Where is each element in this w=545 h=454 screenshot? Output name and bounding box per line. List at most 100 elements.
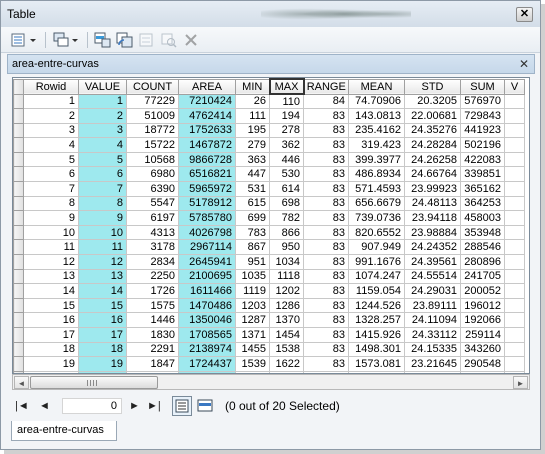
table-cell[interactable]: 83: [303, 224, 349, 241]
table-cell[interactable]: 16: [23, 312, 79, 328]
table-cell[interactable]: 19: [23, 356, 79, 372]
bottom-table-tab[interactable]: area-entre-curvas: [11, 421, 117, 441]
table-cell[interactable]: 12: [23, 254, 79, 270]
table-row[interactable]: 3 3 18772 1752633 195 278 83 235.4162 24.35276 44…: [13, 122, 525, 139]
table-cell[interactable]: [504, 239, 525, 256]
table-row[interactable]: 10 10 4313 4026798 783 866 83 820.6552 23.98884 3…: [13, 224, 525, 241]
table-cell[interactable]: 9866728: [178, 151, 236, 168]
table-cell[interactable]: 1203: [235, 297, 270, 314]
table-cell[interactable]: 2: [23, 108, 79, 124]
table-cell[interactable]: 1752633: [178, 122, 236, 139]
select-by-attributes-button[interactable]: [93, 31, 113, 49]
table-cell[interactable]: 866: [269, 224, 304, 241]
first-record-button[interactable]: |◄: [15, 398, 29, 414]
table-cell[interactable]: 1726: [126, 283, 179, 299]
table-cell[interactable]: 24.11094: [404, 312, 461, 328]
row-selector[interactable]: [13, 93, 24, 110]
table-cell[interactable]: [504, 108, 525, 124]
row-selector[interactable]: [13, 122, 24, 139]
table-cell[interactable]: 1830: [126, 327, 179, 343]
clear-selection-button[interactable]: [137, 31, 157, 49]
table-cell[interactable]: 4: [78, 137, 127, 153]
table-cell[interactable]: 83: [303, 181, 349, 197]
table-cell[interactable]: 4: [23, 137, 79, 153]
table-cell[interactable]: 1575: [126, 297, 179, 314]
table-cell[interactable]: 6197: [126, 210, 179, 226]
table-cell[interactable]: 9: [78, 210, 127, 226]
table-cell[interactable]: 1286: [269, 297, 304, 314]
table-cell[interactable]: 1539: [235, 356, 270, 372]
attribute-table[interactable]: Rowid VALUE COUNT AREA MIN MAX RANGE MEA…: [12, 77, 530, 374]
table-cell[interactable]: 1724437: [178, 356, 236, 372]
related-tables-button[interactable]: [51, 31, 81, 49]
table-cell[interactable]: 23.98884: [404, 224, 461, 241]
table-cell[interactable]: 18772: [126, 122, 179, 139]
table-row[interactable]: 16 16 1446 1350046 1287 1370 83 1328.257 24.1109…: [13, 312, 525, 328]
table-cell[interactable]: 83: [303, 210, 349, 226]
table-cell[interactable]: 1034: [269, 254, 304, 270]
table-cell[interactable]: 7: [78, 181, 127, 197]
row-selector[interactable]: [13, 356, 24, 372]
table-row[interactable]: 17 17 1830 1708565 1371 1454 83 1415.926 24.3311…: [13, 327, 525, 343]
table-cell[interactable]: 1118: [269, 268, 304, 285]
table-cell[interactable]: 1467872: [178, 137, 236, 153]
column-header-std[interactable]: STD: [404, 78, 461, 95]
table-cell[interactable]: 1470486: [178, 297, 236, 314]
table-row[interactable]: 14 14 1726 1611466 1119 1202 83 1159.054 24.2903…: [13, 283, 525, 299]
row-selector[interactable]: [13, 341, 24, 358]
table-cell[interactable]: 259114: [460, 327, 505, 343]
table-cell[interactable]: 18: [23, 341, 79, 358]
table-cell[interactable]: 83: [303, 254, 349, 270]
row-selector[interactable]: [13, 239, 24, 256]
table-cell[interactable]: 5965972: [178, 181, 236, 197]
table-cell[interactable]: [504, 122, 525, 139]
table-options-button[interactable]: [9, 31, 39, 49]
row-selector[interactable]: [13, 137, 24, 153]
table-cell[interactable]: 278: [269, 122, 304, 139]
table-cell[interactable]: 288546: [460, 239, 505, 256]
table-cell[interactable]: 10568: [126, 151, 179, 168]
table-cell[interactable]: 441923: [460, 122, 505, 139]
table-cell[interactable]: 83: [303, 239, 349, 256]
table-cell[interactable]: 6390: [126, 181, 179, 197]
table-cell[interactable]: [504, 93, 525, 110]
table-cell[interactable]: 15722: [126, 137, 179, 153]
table-cell[interactable]: 5178912: [178, 195, 236, 212]
table-cell[interactable]: 1287: [235, 312, 270, 328]
table-cell[interactable]: 2967114: [178, 239, 236, 256]
table-cell[interactable]: 1159.054: [348, 283, 405, 299]
table-cell[interactable]: 4026798: [178, 224, 236, 241]
table-cell[interactable]: 1370: [269, 312, 304, 328]
table-cell[interactable]: 343260: [460, 341, 505, 358]
zoom-to-selected-button[interactable]: [159, 31, 179, 49]
table-cell[interactable]: 951: [235, 254, 270, 270]
table-cell[interactable]: 83: [303, 151, 349, 168]
table-row[interactable]: 5 5 10568 9866728 363 446 83 399.3977 24.26258 42…: [13, 151, 525, 168]
table-cell[interactable]: 235.4162: [348, 122, 405, 139]
table-cell[interactable]: [504, 356, 525, 372]
show-all-records-button[interactable]: [172, 396, 192, 416]
table-cell[interactable]: 241705: [460, 268, 505, 285]
table-cell[interactable]: 20.3205: [404, 93, 461, 110]
table-cell[interactable]: 8: [78, 195, 127, 212]
row-selector[interactable]: [13, 108, 24, 124]
table-cell[interactable]: 10: [23, 224, 79, 241]
table-cell[interactable]: 1328.257: [348, 312, 405, 328]
table-cell[interactable]: 729843: [460, 108, 505, 124]
column-header-area[interactable]: AREA: [178, 78, 236, 95]
table-cell[interactable]: 83: [303, 195, 349, 212]
table-cell[interactable]: 1035: [235, 268, 270, 285]
table-cell[interactable]: 365162: [460, 181, 505, 197]
table-cell[interactable]: 11: [78, 239, 127, 256]
column-header-max[interactable]: MAX: [268, 78, 305, 95]
table-cell[interactable]: 6: [78, 166, 127, 183]
table-cell[interactable]: 194: [269, 108, 304, 124]
table-cell[interactable]: 24.26258: [404, 151, 461, 168]
table-row[interactable]: 6 6 6980 6516821 447 530 83 486.8934 24.66764 339…: [13, 166, 525, 183]
table-cell[interactable]: 192066: [460, 312, 505, 328]
row-selector[interactable]: [13, 166, 24, 183]
table-cell[interactable]: 1611466: [178, 283, 236, 299]
table-cell[interactable]: 2: [78, 108, 127, 124]
table-cell[interactable]: 319.423: [348, 137, 405, 153]
column-header-min[interactable]: MIN: [235, 78, 270, 95]
